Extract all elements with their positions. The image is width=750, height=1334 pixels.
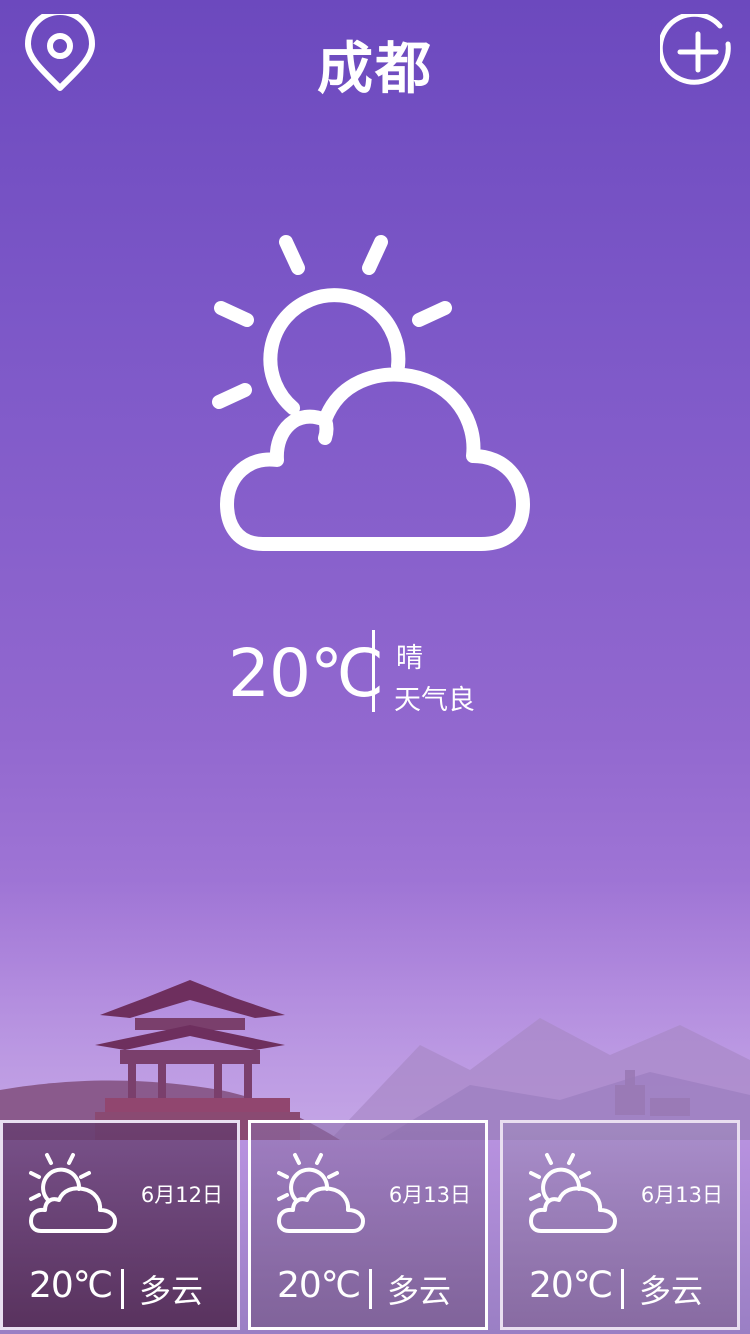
forecast-card[interactable]: 6月13日 20℃ 多云: [248, 1120, 488, 1330]
forecast-temperature: 20℃: [277, 1265, 361, 1306]
air-quality: 天气良: [394, 685, 475, 716]
forecast-date: 6月12日: [140, 1183, 223, 1207]
forecast-temperature: 20℃: [29, 1265, 113, 1306]
partly-cloudy-icon: [275, 1151, 367, 1235]
current-condition: 晴: [396, 643, 423, 674]
forecast-temperature: 20℃: [529, 1265, 613, 1306]
forecast-date: 6月13日: [388, 1183, 471, 1207]
partly-cloudy-icon: [205, 230, 545, 560]
divider: [372, 630, 375, 712]
divider: [369, 1269, 372, 1309]
forecast-card[interactable]: 6月13日 20℃ 多云: [500, 1120, 740, 1330]
forecast-condition: 多云: [639, 1272, 704, 1310]
divider: [121, 1269, 124, 1309]
partly-cloudy-icon: [27, 1151, 119, 1235]
current-temperature: 20℃: [228, 635, 384, 712]
forecast-card[interactable]: 6月12日 20℃ 多云: [0, 1120, 240, 1330]
forecast-condition: 多云: [139, 1272, 204, 1310]
partly-cloudy-icon: [527, 1151, 619, 1235]
city-title: 成都: [317, 37, 433, 102]
divider: [621, 1269, 624, 1309]
forecast-date: 6月13日: [640, 1183, 723, 1207]
forecast-condition: 多云: [387, 1272, 452, 1310]
scenery-illustration: [0, 840, 750, 1140]
add-circle-icon[interactable]: [657, 11, 736, 90]
